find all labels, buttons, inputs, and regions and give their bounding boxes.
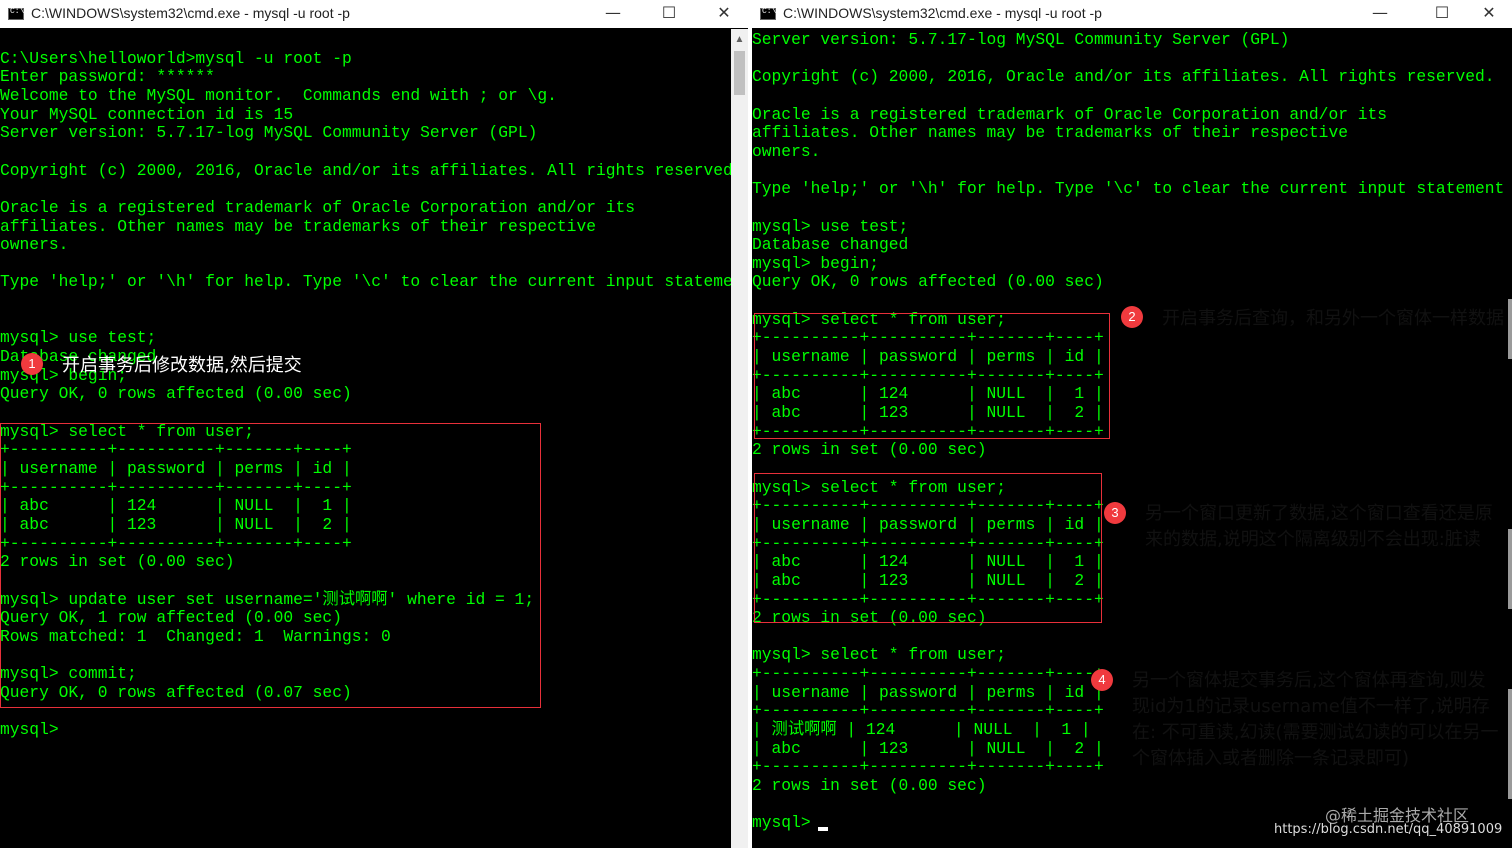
cmd-app-icon	[8, 7, 24, 20]
terminal-line: Type 'help;' or '\h' for help. Type '\c'…	[752, 179, 1512, 199]
terminal-line: 2 rows in set (0.00 sec)	[752, 440, 987, 460]
right-title-bar[interactable]: C:\WINDOWS\system32\cmd.exe - mysql -u r…	[752, 0, 1512, 28]
terminal-line: owners.	[0, 235, 69, 255]
terminal-line: 2 rows in set (0.00 sec)	[752, 776, 987, 795]
terminal-line: +----------+----------+-------+----+	[752, 664, 1104, 684]
annotation-note-1: 开启事务后修改数据,然后提交	[62, 355, 302, 376]
annotation-note-3: 另一个窗口更新了数据,这个窗口查看还是原来的数据,说明这个隔离级别不会出现:脏读	[1145, 503, 1493, 550]
terminal-line: | abc | 123 | NULL | 2 |	[752, 738, 1104, 758]
left-scrollbar[interactable]: ▲	[731, 29, 748, 848]
scroll-marker	[1508, 689, 1512, 799]
close-button[interactable]: ✕	[701, 0, 747, 28]
terminal-line: Server version: 5.7.17-log MySQL Communi…	[0, 123, 538, 143]
terminal-line: Copyright (c) 2000, 2016, Oracle and/or …	[0, 160, 743, 180]
terminal-line: owners.	[752, 141, 821, 161]
annotation-badge-4: 4	[1091, 669, 1113, 691]
highlight-box-3	[754, 473, 1102, 623]
terminal-line: mysql>	[0, 720, 59, 740]
highlight-box-1	[0, 423, 541, 708]
maximize-button[interactable]: ☐	[646, 0, 692, 28]
annotation-badge-3: 3	[1104, 502, 1126, 524]
terminal-line: Query OK, 0 rows affected (0.00 sec)	[0, 384, 352, 404]
terminal-line: affiliates. Other names may be trademark…	[752, 123, 1348, 143]
terminal-line: Server version: 5.7.17-log MySQL Communi…	[752, 31, 1290, 49]
terminal-line: mysql> select * from user;	[752, 645, 1007, 665]
maximize-button[interactable]: ☐	[1419, 0, 1465, 28]
terminal-line: +----------+----------+-------+----+	[752, 701, 1104, 721]
terminal-line: Type 'help;' or '\h' for help. Type '\c'…	[0, 272, 748, 292]
text-cursor	[818, 827, 828, 831]
cmd-app-icon	[760, 7, 776, 20]
terminal-line: Oracle is a registered trademark of Orac…	[752, 104, 1388, 124]
terminal-line: mysql> use test;	[0, 328, 157, 348]
right-window-title: C:\WINDOWS\system32\cmd.exe - mysql -u r…	[783, 5, 1102, 21]
scroll-marker	[1508, 299, 1512, 359]
terminal-line: Your MySQL connection id is 15	[0, 104, 294, 124]
terminal-line: Query OK, 0 rows affected (0.00 sec)	[752, 272, 1104, 292]
terminal-line: C:\Users\helloworld>mysql -u root -p	[0, 48, 352, 68]
annotation-note-2: 开启事务后查询，和另外一个窗体一样数据	[1162, 308, 1504, 329]
terminal-line: Database changed	[752, 235, 909, 255]
annotation-badge-1: 1	[21, 353, 43, 375]
watermark-url: https://blog.csdn.net/qq_40891009	[1274, 822, 1503, 837]
terminal-line: affiliates. Other names may be trademark…	[0, 216, 596, 236]
terminal-line: | 测试啊啊 | 124 | NULL | 1 |	[752, 720, 1091, 740]
terminal-line: | username | password | perms | id |	[752, 682, 1104, 702]
terminal-line: mysql> begin;	[752, 253, 880, 273]
scroll-up-arrow-icon[interactable]: ▲	[731, 31, 748, 48]
highlight-box-2	[754, 313, 1110, 439]
terminal-line: Enter password: ******	[0, 67, 215, 87]
left-scroll-thumb[interactable]	[734, 51, 745, 95]
close-button[interactable]: ✕	[1466, 0, 1512, 28]
terminal-line: Copyright (c) 2000, 2016, Oracle and/or …	[752, 67, 1495, 87]
left-window-title: C:\WINDOWS\system32\cmd.exe - mysql -u r…	[31, 5, 350, 21]
annotation-badge-2: 2	[1121, 306, 1143, 328]
terminal-line: mysql> use test;	[752, 216, 909, 236]
annotation-note-4: 另一个窗体提交事务后,这个窗体再查询,则发现id为1的记录username值不一…	[1132, 670, 1499, 769]
right-scrollbar[interactable]	[1503, 29, 1512, 848]
left-title-bar[interactable]: C:\WINDOWS\system32\cmd.exe - mysql -u r…	[0, 0, 748, 28]
terminal-line: mysql>	[752, 813, 821, 833]
terminal-line: Oracle is a registered trademark of Orac…	[0, 197, 636, 217]
terminal-line: Welcome to the MySQL monitor. Commands e…	[0, 85, 557, 105]
minimize-button[interactable]: —	[1357, 0, 1403, 28]
scroll-marker	[1508, 529, 1512, 609]
minimize-button[interactable]: —	[590, 0, 636, 28]
terminal-line: +----------+----------+-------+----+	[752, 757, 1104, 777]
